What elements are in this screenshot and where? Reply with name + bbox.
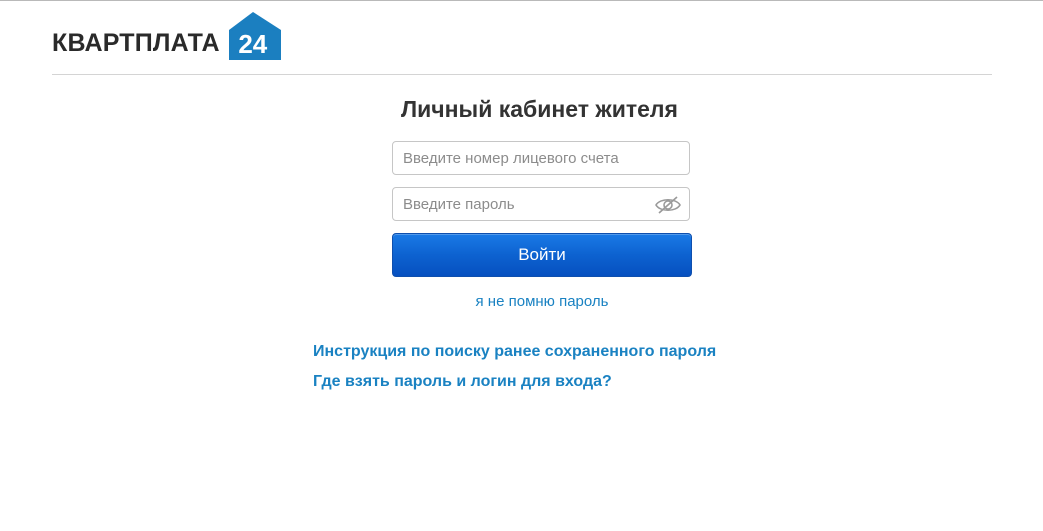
site-logo[interactable]: КВАРТПЛАТА 24 (52, 10, 281, 60)
top-border (0, 0, 1043, 1)
help-link-saved-password[interactable]: Инструкция по поиску ранее сохраненного … (313, 343, 716, 361)
forgot-password-link[interactable]: я не помню пароль (392, 293, 692, 310)
page-title: Личный кабинет жителя (401, 96, 678, 122)
eye-slash-icon[interactable] (654, 194, 682, 216)
account-number-input[interactable] (393, 142, 643, 174)
login-button[interactable]: Войти (392, 233, 692, 277)
account-field[interactable] (392, 141, 690, 175)
house-logo-icon: 24 (225, 12, 281, 60)
logo-number: 24 (238, 29, 268, 59)
site-header: КВАРТПЛАТА 24 (52, 10, 992, 75)
logo-text: КВАРТПЛАТА (52, 29, 220, 57)
help-link-get-credentials[interactable]: Где взять пароль и логин для входа? (313, 373, 612, 391)
password-input[interactable] (393, 188, 643, 220)
password-field[interactable] (392, 187, 690, 221)
